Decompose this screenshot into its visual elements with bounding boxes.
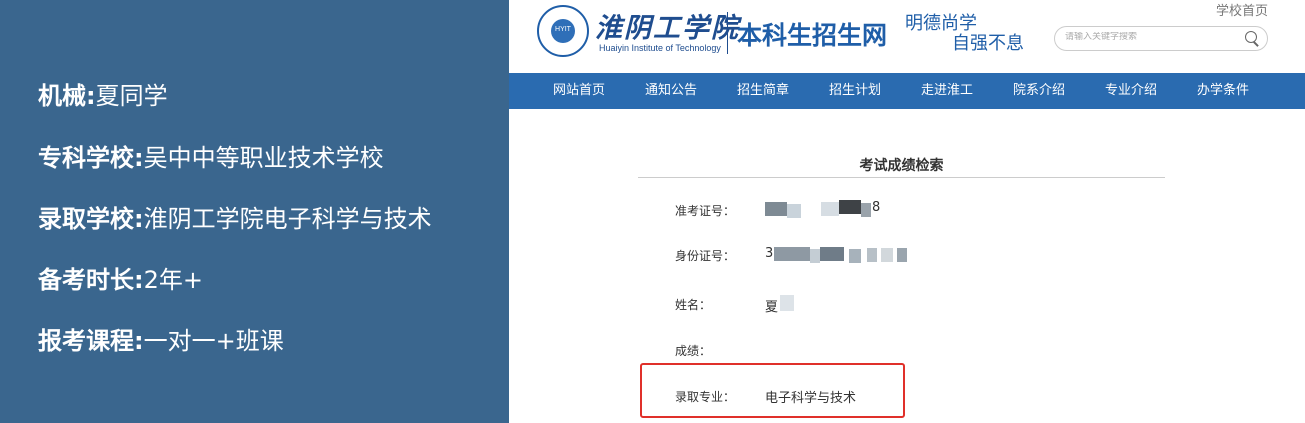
nav-item-facilities[interactable]: 办学条件 (1177, 73, 1269, 109)
info-value: 淮阴工学院电子科学与技术 (143, 205, 432, 233)
nav-item-about[interactable]: 走进淮工 (901, 73, 993, 109)
info-value: 2年+ (143, 266, 203, 294)
site-title: 本科生招生网 (737, 21, 888, 50)
highlight-box (640, 363, 905, 418)
info-row-course: 报考课程:一对一+班课 (38, 321, 284, 356)
info-value: 一对一+班课 (143, 327, 284, 355)
school-home-link[interactable]: 学校首页 (1216, 0, 1268, 19)
motto-line-2: 自强不息 (952, 33, 1024, 54)
info-overlay: 机械:夏同学 专科学校:吴中中等职业技术学校 录取学校:淮阴工学院电子科学与技术… (0, 0, 509, 423)
info-row-duration: 备考时长:2年+ (38, 260, 203, 295)
logo-divider (727, 12, 728, 54)
nav-item-notices[interactable]: 通知公告 (625, 73, 717, 109)
search-input[interactable] (1065, 32, 1235, 42)
school-name-calligraphy[interactable]: 淮阴工学院 (595, 6, 740, 45)
logo-badge-text: HYIT (555, 26, 571, 33)
info-label: 录取学校: (38, 205, 144, 233)
id-number-label: 身份证号： (675, 249, 736, 263)
school-logo-emblem[interactable]: HYIT (537, 5, 589, 57)
name-redacted (780, 295, 794, 311)
score-label: 成绩： (675, 344, 712, 358)
panel-title: 考试成绩检索 (859, 158, 944, 174)
nav-item-plan[interactable]: 招生计划 (809, 73, 901, 109)
info-row-college: 专科学校:吴中中等职业技术学校 (38, 138, 384, 173)
panel-divider (638, 177, 1165, 178)
search-box (1054, 26, 1268, 51)
info-label: 机械: (38, 82, 96, 110)
info-label: 备考时长: (38, 266, 144, 294)
main-nav: 网站首页 通知公告 招生简章 招生计划 走进淮工 院系介绍 专业介绍 办学条件 (509, 73, 1305, 109)
admission-website: HYIT 淮阴工学院 Huaiyin Institute of Technolo… (509, 0, 1305, 423)
info-label: 报考课程: (38, 327, 144, 355)
name-value: 夏 (765, 300, 779, 315)
name-label: 姓名： (675, 298, 712, 312)
info-label: 专科学校: (38, 144, 144, 172)
nav-item-majors[interactable]: 专业介绍 (1085, 73, 1177, 109)
info-row-major: 机械:夏同学 (38, 76, 168, 111)
exam-number-value: 8 (872, 200, 881, 215)
school-name-english: Huaiyin Institute of Technology (599, 43, 721, 53)
nav-item-departments[interactable]: 院系介绍 (993, 73, 1085, 109)
search-icon[interactable] (1244, 30, 1261, 47)
nav-item-home[interactable]: 网站首页 (533, 73, 625, 109)
info-value: 吴中中等职业技术学校 (143, 144, 384, 172)
id-number-value: 3 (765, 246, 774, 261)
exam-number-label: 准考证号： (675, 204, 736, 218)
info-row-admitted: 录取学校:淮阴工学院电子科学与技术 (38, 199, 432, 234)
info-value: 夏同学 (95, 82, 168, 110)
nav-item-brochure[interactable]: 招生简章 (717, 73, 809, 109)
